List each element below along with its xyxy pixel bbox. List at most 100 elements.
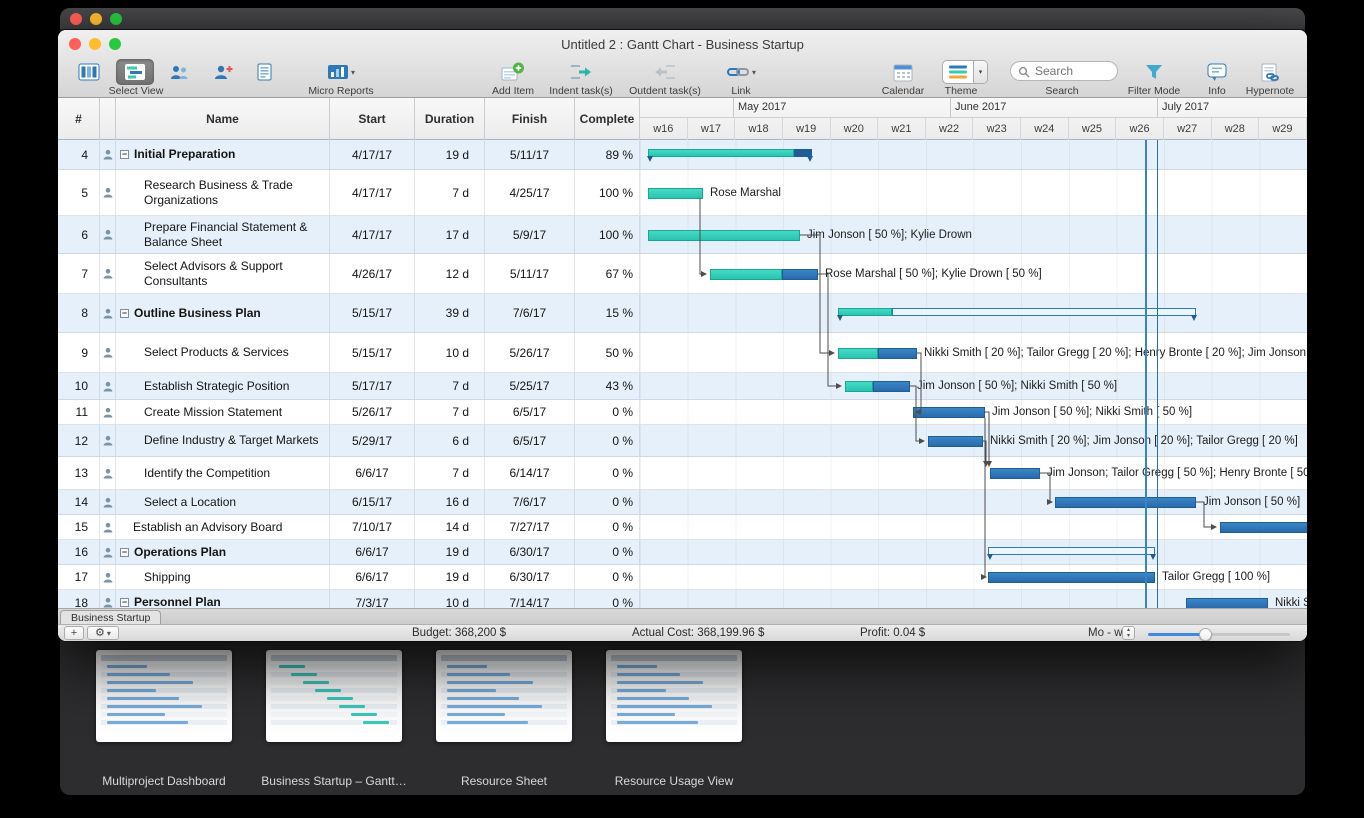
chevron-down-icon[interactable]: ▾ (973, 61, 987, 83)
bar-segment-hollow (988, 547, 1155, 555)
summary-bar[interactable] (988, 547, 1155, 555)
task-row-6[interactable]: 6Prepare Financial Statement & Balance S… (58, 216, 1307, 254)
task-row-7[interactable]: 7Select Advisors & Support Consultants4/… (58, 254, 1307, 294)
task-bar[interactable] (928, 436, 983, 447)
search-input[interactable] (1010, 61, 1118, 81)
task-bar[interactable] (710, 269, 818, 280)
bar-segment-blue (878, 348, 918, 359)
outdent-task-button[interactable] (646, 59, 684, 85)
task-bar[interactable] (648, 188, 703, 199)
add-item-button[interactable] (494, 59, 532, 85)
col-header-number[interactable]: # (58, 98, 100, 140)
summary-bar[interactable] (838, 308, 1196, 316)
task-row-4[interactable]: 4−Initial Preparation4/17/1719 d5/11/178… (58, 140, 1307, 170)
info-bubble-icon (1207, 63, 1227, 82)
task-row-13[interactable]: 13Identify the Competition6/6/177 d6/14/… (58, 457, 1307, 490)
info-button[interactable] (1198, 59, 1236, 85)
task-bar[interactable] (990, 468, 1040, 479)
collapse-toggle[interactable]: − (120, 598, 129, 607)
view-dashboard-button[interactable] (70, 59, 108, 85)
sheet-actions-button[interactable]: ⚙▾ (87, 626, 119, 640)
task-bar[interactable] (845, 381, 910, 392)
summary-cap (837, 315, 843, 321)
summary-bar[interactable] (648, 149, 812, 157)
task-name: Identify the Competition (144, 466, 270, 480)
task-bar[interactable] (1186, 598, 1268, 609)
complete-percent: 67 % (575, 254, 640, 293)
row-number: 18 (58, 590, 100, 608)
start-date: 5/15/17 (330, 294, 415, 332)
start-date: 5/15/17 (330, 333, 415, 372)
add-sheet-button[interactable]: + (64, 626, 84, 640)
row-number: 8 (58, 294, 100, 332)
timescale-stepper[interactable]: ▴▾ (1122, 626, 1135, 640)
task-row-12[interactable]: 12Define Industry & Target Markets5/29/1… (58, 425, 1307, 457)
task-row-18[interactable]: 18−Personnel Plan7/3/1710 d7/14/170 %Nik… (58, 590, 1307, 608)
task-bar[interactable] (913, 407, 985, 418)
bar-segment-teal (648, 149, 794, 157)
task-bar[interactable] (1055, 497, 1196, 508)
view-assignments-button[interactable] (203, 59, 241, 85)
task-bar[interactable] (838, 348, 917, 359)
collapse-toggle[interactable]: − (120, 309, 129, 318)
task-row-9[interactable]: 9Select Products & Services5/15/1710 d5/… (58, 333, 1307, 373)
finish-date: 5/26/17 (485, 333, 575, 372)
task-row-17[interactable]: 17Shipping6/6/1719 d6/30/170 %Tailor Gre… (58, 565, 1307, 590)
task-row-14[interactable]: 14Select a Location6/15/1716 d7/6/170 %J… (58, 490, 1307, 515)
collapse-toggle[interactable]: − (120, 548, 129, 557)
col-header-start[interactable]: Start (330, 98, 415, 140)
template-thumbnail-gantt[interactable] (266, 650, 402, 742)
task-row-11[interactable]: 11Create Mission Statement5/26/177 d6/5/… (58, 400, 1307, 425)
view-reports-button[interactable] (246, 59, 284, 85)
hypernote-button[interactable] (1251, 59, 1289, 85)
gantt-cell: Jim Jonson [ 50 %]; Nikki Smith [ 50 %] (640, 400, 1307, 424)
filter-mode-button[interactable] (1135, 59, 1173, 85)
gantt-cell: Rose Marshal (640, 170, 1307, 215)
minimize-icon[interactable] (89, 38, 101, 50)
sheet-tab-business-startup[interactable]: Business Startup (60, 610, 161, 625)
fullscreen-icon[interactable] (110, 13, 122, 25)
calendar-button[interactable] (884, 59, 922, 85)
person-view-icon (211, 63, 233, 81)
view-gantt-button[interactable] (116, 59, 154, 85)
template-thumbnail-sheet[interactable] (436, 650, 572, 742)
bar-resource-label: Rose Marshal [ 50 %]; Kylie Drown [ 50 %… (825, 269, 1042, 280)
duration: 19 d (415, 565, 485, 589)
finish-date: 7/27/17 (485, 515, 575, 539)
task-row-5[interactable]: 5Research Business & Trade Organizations… (58, 170, 1307, 216)
link-tasks-button[interactable]: ▾ (717, 59, 765, 85)
task-row-8[interactable]: 8−Outline Business Plan5/15/1739 d7/6/17… (58, 294, 1307, 333)
close-icon[interactable] (69, 38, 81, 50)
row-number: 7 (58, 254, 100, 293)
task-name-cell: Select Advisors & Support Consultants (116, 254, 330, 293)
resource-assigned-icon (100, 216, 116, 253)
select-view-label: Select View (71, 85, 201, 97)
col-header-duration[interactable]: Duration (415, 98, 485, 140)
collapse-toggle[interactable]: − (120, 150, 129, 159)
close-icon[interactable] (70, 13, 82, 25)
task-row-16[interactable]: 16−Operations Plan6/6/1719 d6/30/170 % (58, 540, 1307, 565)
micro-reports-button[interactable]: ▾ (317, 59, 365, 85)
template-thumbnail-usage[interactable] (606, 650, 742, 742)
gantt-cell (640, 540, 1307, 564)
task-bar[interactable] (648, 230, 800, 241)
template-thumbnail-dashboard[interactable] (96, 650, 232, 742)
zoom-slider-knob[interactable] (1199, 628, 1212, 641)
stepper-down-icon[interactable]: ▾ (1127, 633, 1130, 639)
task-row-10[interactable]: 10Establish Strategic Position5/17/177 d… (58, 373, 1307, 400)
row-number: 17 (58, 565, 100, 589)
fullscreen-icon[interactable] (109, 38, 121, 50)
col-header-complete[interactable]: Complete (575, 98, 640, 140)
task-bar[interactable] (1220, 522, 1307, 533)
view-resources-button[interactable] (160, 59, 198, 85)
finish-date: 6/30/17 (485, 540, 575, 564)
zoom-slider[interactable] (1148, 633, 1290, 636)
indent-task-button[interactable] (562, 59, 600, 85)
col-header-name[interactable]: Name (116, 98, 330, 140)
col-header-finish[interactable]: Finish (485, 98, 575, 140)
theme-control[interactable]: ▾ (942, 60, 988, 84)
task-bar[interactable] (988, 572, 1155, 583)
task-row-15[interactable]: 15Establish an Advisory Board7/10/1714 d… (58, 515, 1307, 540)
start-date: 6/6/17 (330, 565, 415, 589)
minimize-icon[interactable] (90, 13, 102, 25)
